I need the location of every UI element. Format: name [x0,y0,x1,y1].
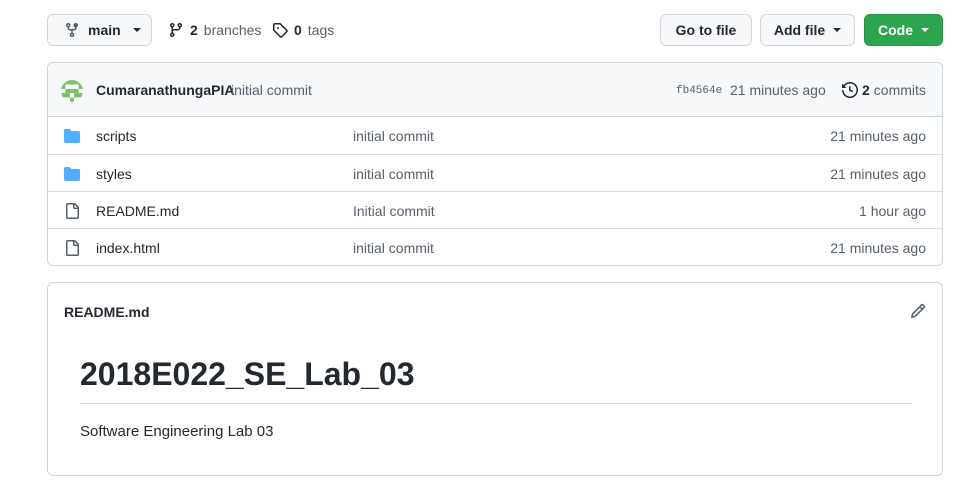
commits-label: commits [873,82,926,98]
repo-toolbar: main 2 branches 0 tags Go to file Add fi… [47,14,943,46]
git-branch-icon [66,23,78,38]
code-label: Code [878,22,913,38]
folder-icon [64,128,80,144]
branches-link[interactable]: 2 branches [168,14,261,46]
git-branch-icon [169,23,182,38]
avatar[interactable] [61,80,83,102]
file-name[interactable]: scripts [96,128,136,144]
branch-name: main [88,22,121,38]
file-icon [64,240,80,256]
file-row[interactable]: index.html initial commit 21 minutes ago [48,228,942,265]
file-commit-time: 21 minutes ago [830,240,926,256]
go-to-file-button[interactable]: Go to file [660,14,752,46]
commit-sha[interactable]: fb4564e [676,85,722,97]
readme-heading: 2018E022_SE_Lab_03 [80,355,912,404]
file-icon [64,203,80,219]
commit-time: 21 minutes ago [730,82,826,98]
readme-panel: README.md 2018E022_SE_Lab_03 Software En… [47,282,943,476]
commit-message[interactable]: initial commit [231,82,312,98]
code-button[interactable]: Code [864,14,943,46]
file-commit-time: 21 minutes ago [830,166,926,182]
file-commit-message[interactable]: initial commit [353,240,434,256]
file-row[interactable]: README.md Initial commit 1 hour ago [48,191,942,228]
file-commit-message[interactable]: initial commit [353,128,434,144]
tags-label: tags [307,22,335,38]
file-commit-time: 1 hour ago [859,203,926,219]
file-list: CumaranathungaPIA initial commit fb4564e… [47,62,943,266]
latest-commit-bar: CumaranathungaPIA initial commit fb4564e… [48,63,942,117]
readme-body: Software Engineering Lab 03 [80,423,274,440]
folder-icon [64,166,80,182]
add-file-label: Add file [773,22,826,38]
file-commit-message[interactable]: initial commit [353,166,434,182]
file-row[interactable]: styles initial commit 21 minutes ago [48,154,942,191]
commits-history-link[interactable]: 2 commits [842,82,926,98]
tag-icon [273,23,288,38]
file-commit-message[interactable]: Initial commit [353,203,435,219]
file-name[interactable]: README.md [96,203,179,219]
file-row[interactable]: scripts initial commit 21 minutes ago [48,117,942,154]
readme-filename: README.md [64,304,150,320]
tags-count: 0 [294,22,302,38]
history-icon [842,82,858,98]
file-name[interactable]: styles [96,166,132,182]
commits-count: 2 [862,82,870,98]
caret-down-icon [921,28,929,32]
tags-link[interactable]: 0 tags [272,14,334,46]
caret-down-icon [833,28,842,32]
branches-label: branches [203,22,262,38]
file-commit-time: 21 minutes ago [830,128,926,144]
pencil-icon[interactable] [910,303,926,319]
branches-count: 2 [190,22,198,38]
commit-author[interactable]: CumaranathungaPIA [96,82,234,98]
branch-select-button[interactable]: main [47,14,152,46]
file-name[interactable]: index.html [96,240,160,256]
caret-down-icon [132,28,141,32]
add-file-button[interactable]: Add file [760,14,855,46]
